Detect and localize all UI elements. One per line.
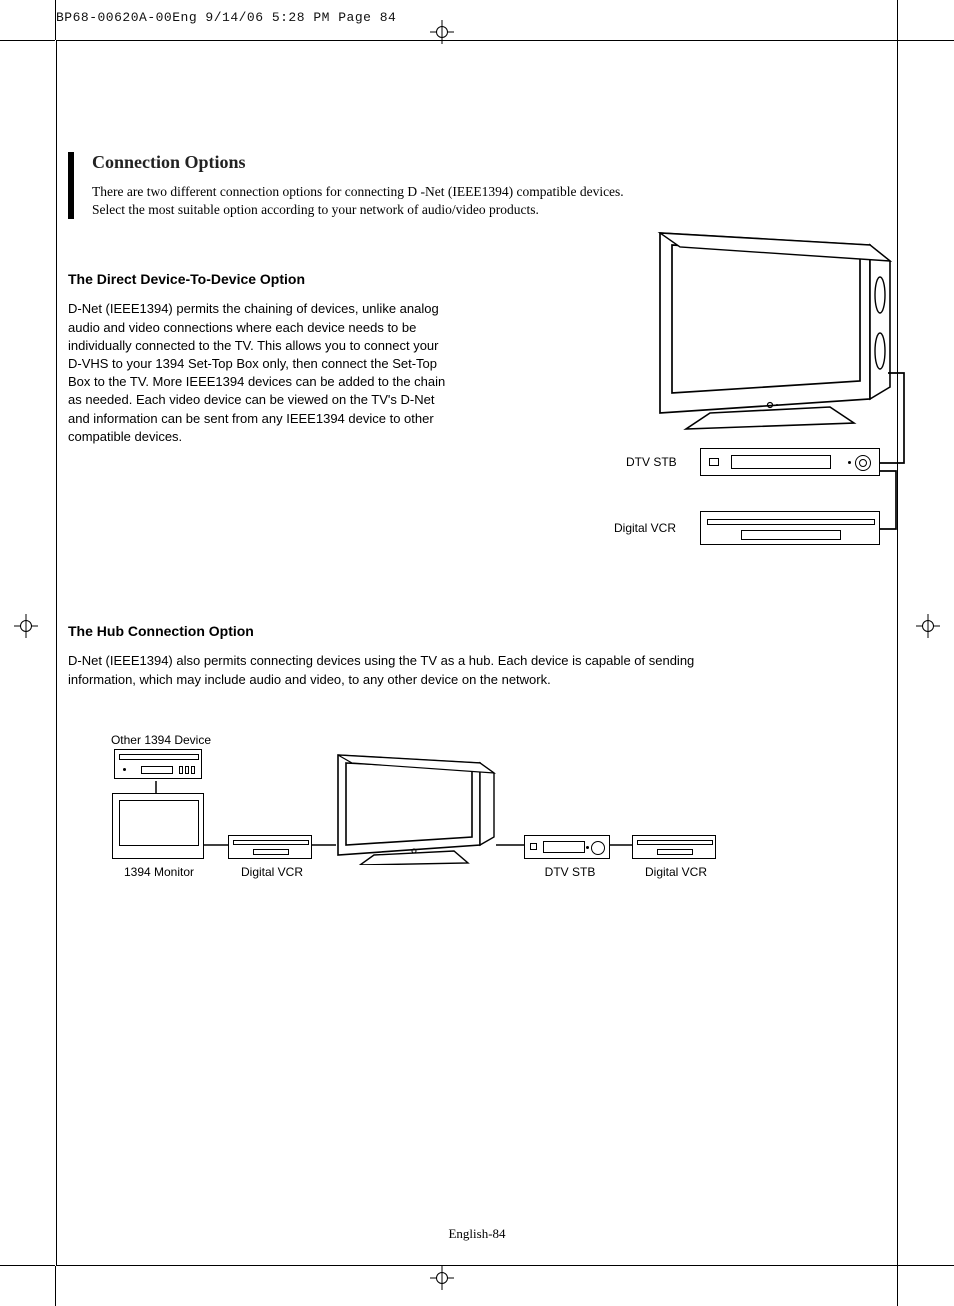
label-dtv-stb-right: DTV STB	[530, 865, 610, 879]
label-monitor: 1394 Monitor	[114, 865, 204, 879]
digital-vcr-right-icon	[632, 835, 716, 859]
crop-line	[898, 40, 954, 41]
option-2-block: The Hub Connection Option D-Net (IEEE139…	[68, 623, 922, 894]
label-digital-vcr-right: Digital VCR	[636, 865, 716, 879]
digital-vcr-left-icon	[228, 835, 312, 859]
label-digital-vcr: Digital VCR	[614, 521, 676, 535]
page-content: Connection Options There are two differe…	[68, 152, 922, 895]
monitor-icon	[112, 793, 204, 859]
section-header: Connection Options There are two differe…	[68, 152, 922, 219]
option-1-body: D-Net (IEEE1394) permits the chaining of…	[68, 300, 448, 446]
option-1-block: The Direct Device-To-Device Option D-Net…	[68, 219, 922, 553]
option-1-heading: The Direct Device-To-Device Option	[68, 271, 448, 287]
registration-mark-icon	[14, 614, 38, 638]
tv-stb-vcr-icon	[620, 223, 920, 553]
label-other-1394: Other 1394 Device	[106, 733, 216, 747]
option-2-heading: The Hub Connection Option	[68, 623, 922, 639]
section-bar-icon	[68, 152, 74, 219]
crop-line	[55, 0, 56, 40]
crop-line	[897, 0, 898, 40]
tv-center-icon	[334, 751, 500, 865]
other-1394-device-icon	[114, 749, 202, 779]
crop-line	[897, 1266, 898, 1306]
option-2-body: D-Net (IEEE1394) also permits connecting…	[68, 652, 708, 688]
label-digital-vcr-left: Digital VCR	[232, 865, 312, 879]
section-intro-line: There are two different connection optio…	[92, 183, 922, 201]
crop-line	[0, 1265, 55, 1266]
label-dtv-stb: DTV STB	[626, 455, 677, 469]
crop-line	[898, 1265, 954, 1266]
section-title: Connection Options	[92, 152, 922, 173]
crop-line	[55, 1266, 56, 1306]
dtv-stb-icon	[700, 448, 880, 476]
section-intro-line: Select the most suitable option accordin…	[92, 201, 922, 219]
print-header: BP68-00620A-00Eng 9/14/06 5:28 PM Page 8…	[56, 10, 396, 25]
registration-mark-icon	[430, 20, 454, 44]
registration-mark-icon	[430, 1266, 454, 1290]
page-footer: English-84	[0, 1226, 954, 1242]
dtv-stb-right-icon	[524, 835, 610, 859]
crop-line	[0, 40, 55, 41]
diagram-direct-chain: DTV STB Digital VCR	[620, 223, 920, 553]
diagram-hub: Other 1394 Device 1394 Monitor Digital V…	[96, 735, 746, 895]
digital-vcr-icon	[700, 511, 880, 545]
